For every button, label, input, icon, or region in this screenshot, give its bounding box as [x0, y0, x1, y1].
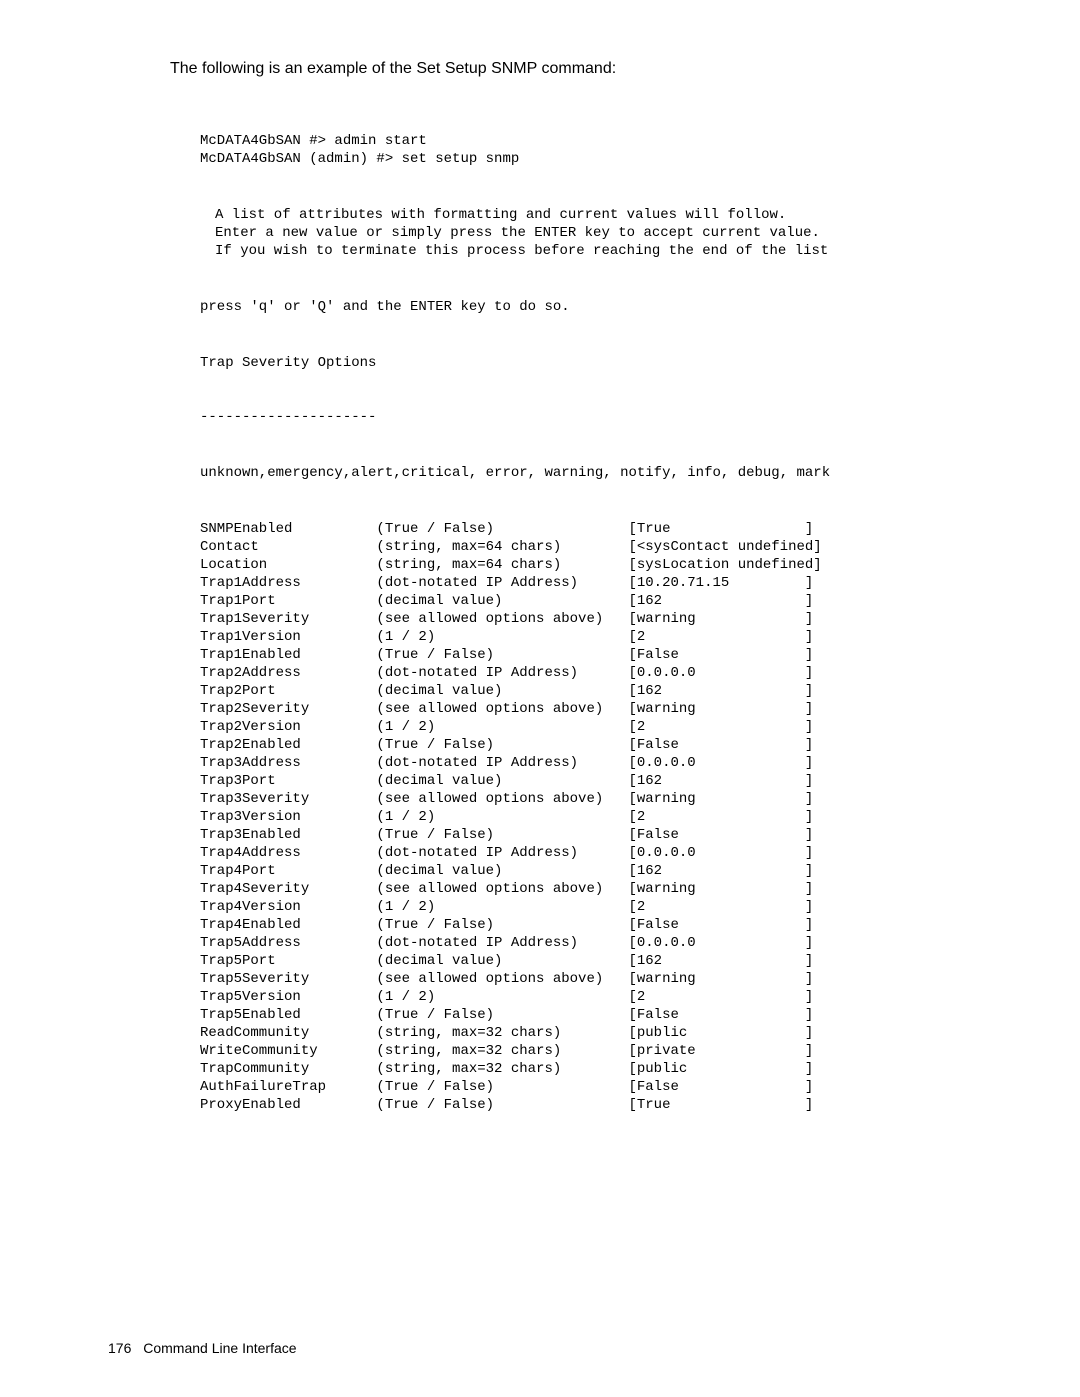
attribute-rows: SNMPEnabled (True / False) [True ] Conta…: [200, 520, 1000, 1114]
prompt-lines: McDATA4GbSAN #> admin start McDATA4GbSAN…: [200, 132, 1000, 168]
dashes: ---------------------: [200, 408, 1000, 426]
document-page: The following is an example of the Set S…: [0, 0, 1080, 1150]
footer-section: Command Line Interface: [143, 1340, 296, 1356]
severity-options: unknown,emergency,alert,critical, error,…: [200, 464, 1000, 482]
code-block: McDATA4GbSAN #> admin start McDATA4GbSAN…: [200, 96, 1000, 1150]
trap-heading: Trap Severity Options: [200, 354, 1000, 372]
page-footer: 176 Command Line Interface: [108, 1340, 297, 1356]
press-line: press 'q' or 'Q' and the ENTER key to do…: [200, 298, 1000, 316]
intro-text: The following is an example of the Set S…: [170, 60, 1000, 78]
description-lines: A list of attributes with formatting and…: [215, 206, 1000, 260]
page-number: 176: [108, 1340, 131, 1356]
